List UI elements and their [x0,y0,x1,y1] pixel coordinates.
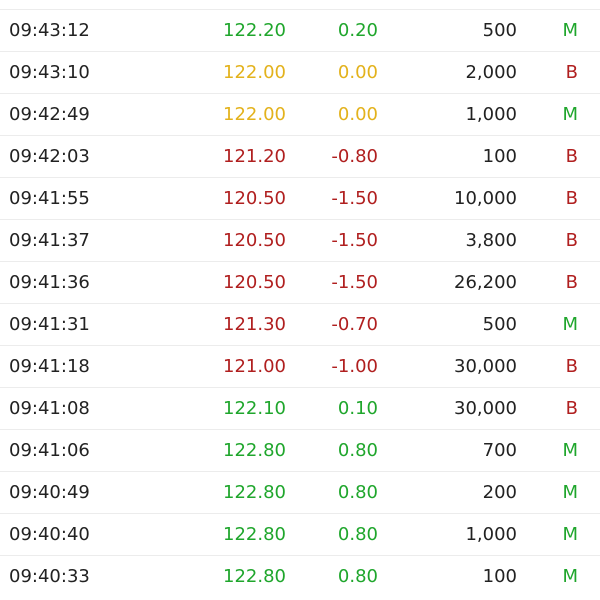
trade-change: -1.50 [331,272,378,293]
trade-time: 09:43:10 [9,62,90,83]
trade-volume: 3,800 [465,230,517,251]
trade-time: 09:40:40 [9,524,90,545]
trade-volume: 30,000 [454,356,517,377]
trade-volume: 1,000 [465,524,517,545]
trade-row: 09:42:49 122.00 0.00 1,000 M [0,93,600,135]
trade-price: 120.50 [223,230,286,251]
trade-price: 122.00 [223,104,286,125]
trade-change: 0.10 [337,398,378,419]
trade-volume: 1,000 [465,104,517,125]
trade-row: 09:40:40 122.80 0.80 1,000 M [0,513,600,555]
trade-side: M [562,482,578,503]
trade-volume: 200 [482,482,517,503]
trade-price: 122.10 [223,398,286,419]
trade-side: B [565,146,578,167]
trade-row: 09:41:36 120.50 -1.50 26,200 B [0,261,600,303]
trade-time: 09:42:03 [9,146,90,167]
trade-change: -1.50 [331,188,378,209]
trade-time: 09:43:12 [9,20,90,41]
trade-row: 09:41:06 122.80 0.80 700 M [0,429,600,471]
trade-time: 09:41:06 [9,440,90,461]
trade-volume: 500 [482,20,517,41]
trade-volume: 100 [482,566,517,587]
trade-price: 122.20 [223,20,286,41]
trade-volume: 30,000 [454,398,517,419]
trade-side: M [562,440,578,461]
trade-change: -0.80 [331,146,378,167]
trade-change: 0.80 [337,440,378,461]
trade-row: 09:40:49 122.80 0.80 200 M [0,471,600,513]
trade-change: -0.70 [331,314,378,335]
trade-price: 120.50 [223,188,286,209]
trade-price: 121.00 [223,356,286,377]
trade-side: M [562,20,578,41]
trade-price: 122.80 [223,440,286,461]
trade-side: B [565,272,578,293]
trade-price: 121.30 [223,314,286,335]
trade-side: M [562,524,578,545]
trade-row: 09:40:33 122.80 0.80 100 M [0,555,600,597]
trade-side: M [562,104,578,125]
trade-volume: 700 [482,440,517,461]
trade-price: 122.80 [223,482,286,503]
trade-time: 09:42:49 [9,104,90,125]
trade-volume: 100 [482,146,517,167]
trade-change: 0.80 [337,566,378,587]
trade-row: 09:41:18 121.00 -1.00 30,000 B [0,345,600,387]
trade-price: 120.50 [223,272,286,293]
trade-time: 09:41:55 [9,188,90,209]
trade-row: 09:41:55 120.50 -1.50 10,000 B [0,177,600,219]
trade-volume: 10,000 [454,188,517,209]
trade-side: B [565,188,578,209]
trade-side: B [565,230,578,251]
trade-change: -1.00 [331,356,378,377]
trade-row: 09:41:37 120.50 -1.50 3,800 B [0,219,600,261]
trade-side: B [565,62,578,83]
trade-time: 09:41:08 [9,398,90,419]
trade-change: 0.20 [337,20,378,41]
trade-side: M [562,566,578,587]
trade-price: 122.00 [223,62,286,83]
trade-row: 09:43:10 122.00 0.00 2,000 B [0,51,600,93]
trade-list: 09:43:12 122.20 0.20 500 M 09:43:10 122.… [0,9,600,597]
trade-side: B [565,398,578,419]
trade-time: 09:41:18 [9,356,90,377]
trade-side: M [562,314,578,335]
trade-volume: 500 [482,314,517,335]
trade-time: 09:41:37 [9,230,90,251]
trade-row: 09:43:12 122.20 0.20 500 M [0,9,600,51]
trade-change: 0.00 [337,104,378,125]
trade-price: 121.20 [223,146,286,167]
trade-price: 122.80 [223,524,286,545]
trade-volume: 2,000 [465,62,517,83]
trade-time: 09:40:33 [9,566,90,587]
trade-volume: 26,200 [454,272,517,293]
trade-row: 09:42:03 121.20 -0.80 100 B [0,135,600,177]
trade-time: 09:41:36 [9,272,90,293]
trade-change: 0.80 [337,482,378,503]
trade-time: 09:40:49 [9,482,90,503]
trade-change: 0.00 [337,62,378,83]
trade-row: 09:41:31 121.30 -0.70 500 M [0,303,600,345]
trade-change: -1.50 [331,230,378,251]
trade-time: 09:41:31 [9,314,90,335]
trade-side: B [565,356,578,377]
trade-change: 0.80 [337,524,378,545]
trade-price: 122.80 [223,566,286,587]
trade-row: 09:41:08 122.10 0.10 30,000 B [0,387,600,429]
